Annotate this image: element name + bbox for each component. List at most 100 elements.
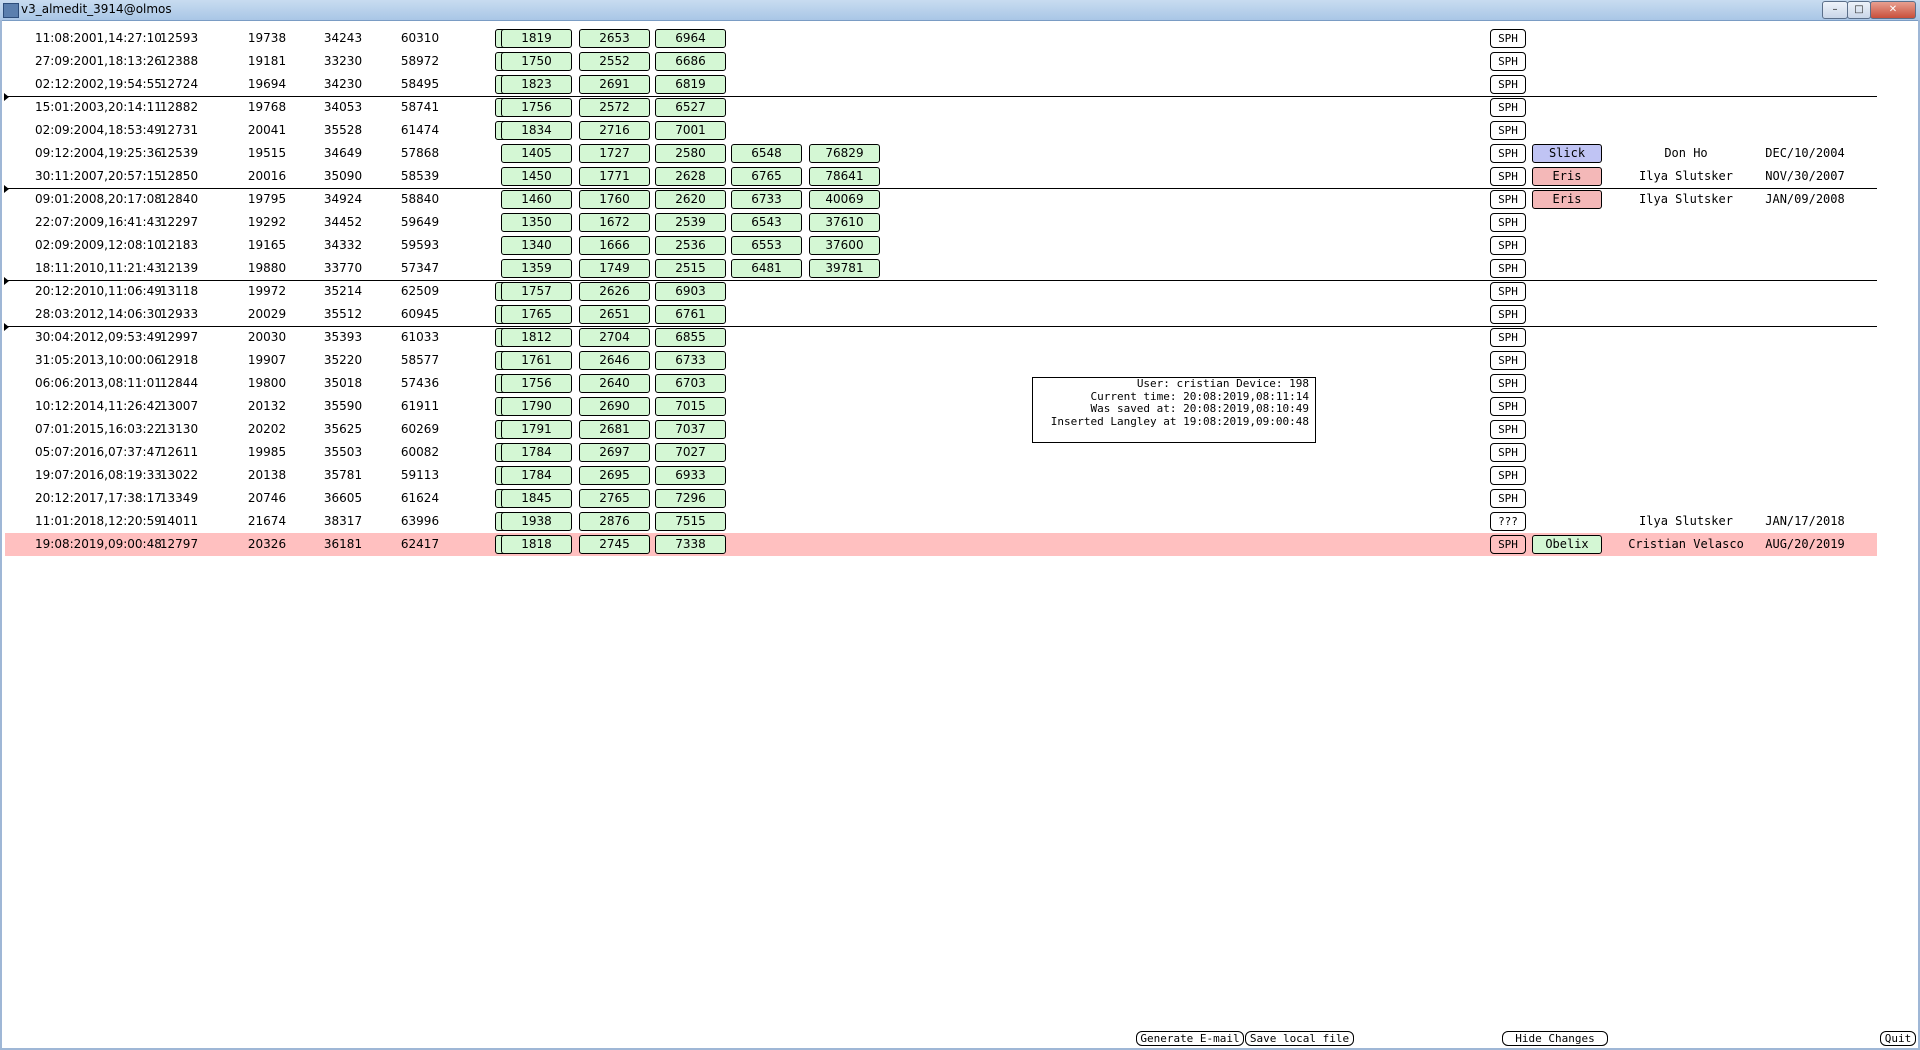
value-box[interactable]: 2876 [579, 512, 650, 531]
value-box[interactable]: 6527 [655, 98, 726, 117]
sph-button[interactable]: SPH [1490, 236, 1526, 255]
value-box[interactable]: 2691 [579, 75, 650, 94]
station-name-button[interactable]: Eris [1532, 167, 1602, 186]
value-box[interactable]: 2626 [579, 282, 650, 301]
minimize-button[interactable]: – [1822, 1, 1848, 19]
value-box[interactable]: 1761 [501, 351, 572, 370]
sph-button[interactable]: SPH [1490, 374, 1526, 393]
value-box[interactable]: 1749 [579, 259, 650, 278]
value-box[interactable]: 1845 [501, 489, 572, 508]
quit-button[interactable]: Quit [1880, 1031, 1916, 1046]
value-box[interactable]: 1823 [501, 75, 572, 94]
sph-button[interactable]: SPH [1490, 282, 1526, 301]
close-button[interactable]: ✕ [1870, 1, 1916, 19]
value-box[interactable]: 1666 [579, 236, 650, 255]
sph-button[interactable]: SPH [1490, 328, 1526, 347]
value-box[interactable]: 1450 [501, 167, 572, 186]
value-box[interactable]: 37600 [809, 236, 880, 255]
value-box[interactable]: 1340 [501, 236, 572, 255]
value-box[interactable]: 2697 [579, 443, 650, 462]
table-row[interactable]: 20:12:2017,17:38:17 13349 20746 36605 61624 1… [5, 487, 1877, 510]
value-box[interactable]: 2515 [655, 259, 726, 278]
table-row[interactable]: 02:09:2009,12:08:10121831916534332595935… [5, 234, 1877, 257]
value-box[interactable]: 37610 [809, 213, 880, 232]
value-box[interactable]: 6686 [655, 52, 726, 71]
sph-button[interactable]: SPH [1490, 489, 1526, 508]
value-box[interactable]: 2704 [579, 328, 650, 347]
table-row[interactable]: 15:01:2003,20:14:11 12882 19768 34053 58741 1… [5, 96, 1877, 119]
value-box[interactable]: 1784 [501, 466, 572, 485]
sph-button[interactable]: SPH [1490, 167, 1526, 186]
value-box[interactable]: 40069 [809, 190, 880, 209]
table-row[interactable]: 22:07:2009,16:41:43122971929234452596495… [5, 211, 1877, 234]
sph-button[interactable]: SPH [1490, 75, 1526, 94]
value-box[interactable]: 2640 [579, 374, 650, 393]
table-row[interactable]: 18:11:2010,11:21:43121391988033770573476… [5, 257, 1877, 280]
value-box[interactable]: 76829 [809, 144, 880, 163]
value-box[interactable]: 39781 [809, 259, 880, 278]
value-box[interactable]: 1756 [501, 374, 572, 393]
value-box[interactable]: 1672 [579, 213, 650, 232]
value-box[interactable]: 2653 [579, 29, 650, 48]
table-row[interactable]: 28:03:2012,14:06:30 12933 20029 35512 60945 1… [5, 303, 1877, 326]
sph-button[interactable]: SPH [1490, 52, 1526, 71]
value-box[interactable]: 6761 [655, 305, 726, 324]
value-box[interactable]: 2646 [579, 351, 650, 370]
sph-button[interactable]: SPH [1490, 535, 1526, 554]
value-box[interactable]: 1791 [501, 420, 572, 439]
sph-button[interactable]: SPH [1490, 420, 1526, 439]
table-row[interactable]: 06:06:2013,08:11:01 12844 19800 35018 57436 1… [5, 372, 1877, 395]
value-box[interactable]: 2716 [579, 121, 650, 140]
value-box[interactable]: 1812 [501, 328, 572, 347]
table-row[interactable]: 10:12:2014,11:26:42 13007 20132 35590 61911 1… [5, 395, 1877, 418]
table-row[interactable]: 19:08:2019,09:00:48 12797 20326 36181 62417 1… [5, 533, 1877, 556]
value-box[interactable]: 1405 [501, 144, 572, 163]
generate-email-button[interactable]: Generate E-mail [1136, 1031, 1244, 1046]
table-row[interactable]: 05:07:2016,07:37:47 12611 19985 35503 60082 1… [5, 441, 1877, 464]
table-row[interactable]: 30:04:2012,09:53:49 12997 20030 35393 61033 1… [5, 326, 1877, 349]
table-row[interactable]: 07:01:2015,16:03:22 13130 20202 35625 60269 1… [5, 418, 1877, 441]
table-row[interactable]: 02:12:2002,19:54:55 12724 19694 34230 58495 1… [5, 73, 1877, 96]
value-box[interactable]: 1756 [501, 98, 572, 117]
value-box[interactable]: 6733 [655, 351, 726, 370]
sph-button[interactable]: SPH [1490, 190, 1526, 209]
value-box[interactable]: 7015 [655, 397, 726, 416]
value-box[interactable]: 1784 [501, 443, 572, 462]
value-box[interactable]: 7001 [655, 121, 726, 140]
table-row[interactable]: 09:01:2008,20:17:08128401979534924588406… [5, 188, 1877, 211]
value-box[interactable]: 1819 [501, 29, 572, 48]
value-box[interactable]: 6703 [655, 374, 726, 393]
value-box[interactable]: 78641 [809, 167, 880, 186]
value-box[interactable]: 2539 [655, 213, 726, 232]
table-row[interactable]: 20:12:2010,11:06:49 13118 19972 35214 62509 1… [5, 280, 1877, 303]
value-box[interactable]: 6543 [731, 213, 802, 232]
value-box[interactable]: 1359 [501, 259, 572, 278]
value-box[interactable]: 2765 [579, 489, 650, 508]
station-name-button[interactable]: Eris [1532, 190, 1602, 209]
sph-button[interactable]: SPH [1490, 397, 1526, 416]
value-box[interactable]: 7027 [655, 443, 726, 462]
value-box[interactable]: 2651 [579, 305, 650, 324]
value-box[interactable]: 6553 [731, 236, 802, 255]
value-box[interactable]: 1757 [501, 282, 572, 301]
sph-button[interactable]: SPH [1490, 121, 1526, 140]
table-row[interactable]: 27:09:2001,18:13:26 12388 19181 33230 58972 1… [5, 50, 1877, 73]
value-box[interactable]: 2552 [579, 52, 650, 71]
value-box[interactable]: 2695 [579, 466, 650, 485]
value-box[interactable]: 6765 [731, 167, 802, 186]
save-local-file-button[interactable]: Save local file [1245, 1031, 1354, 1046]
value-box[interactable]: 2745 [579, 535, 650, 554]
table-row[interactable]: 09:12:2004,19:25:36125391951534649578686… [5, 142, 1877, 165]
value-box[interactable]: 2620 [655, 190, 726, 209]
value-box[interactable]: 1727 [579, 144, 650, 163]
table-row[interactable]: 31:05:2013,10:00:06 12918 19907 35220 58577 1… [5, 349, 1877, 372]
value-box[interactable]: 6903 [655, 282, 726, 301]
value-box[interactable]: 6548 [731, 144, 802, 163]
value-box[interactable]: 6819 [655, 75, 726, 94]
sph-button[interactable]: SPH [1490, 466, 1526, 485]
value-box[interactable]: 6855 [655, 328, 726, 347]
sph-button[interactable]: SPH [1490, 443, 1526, 462]
value-box[interactable]: 2690 [579, 397, 650, 416]
value-box[interactable]: 1938 [501, 512, 572, 531]
sph-button[interactable]: SPH [1490, 351, 1526, 370]
